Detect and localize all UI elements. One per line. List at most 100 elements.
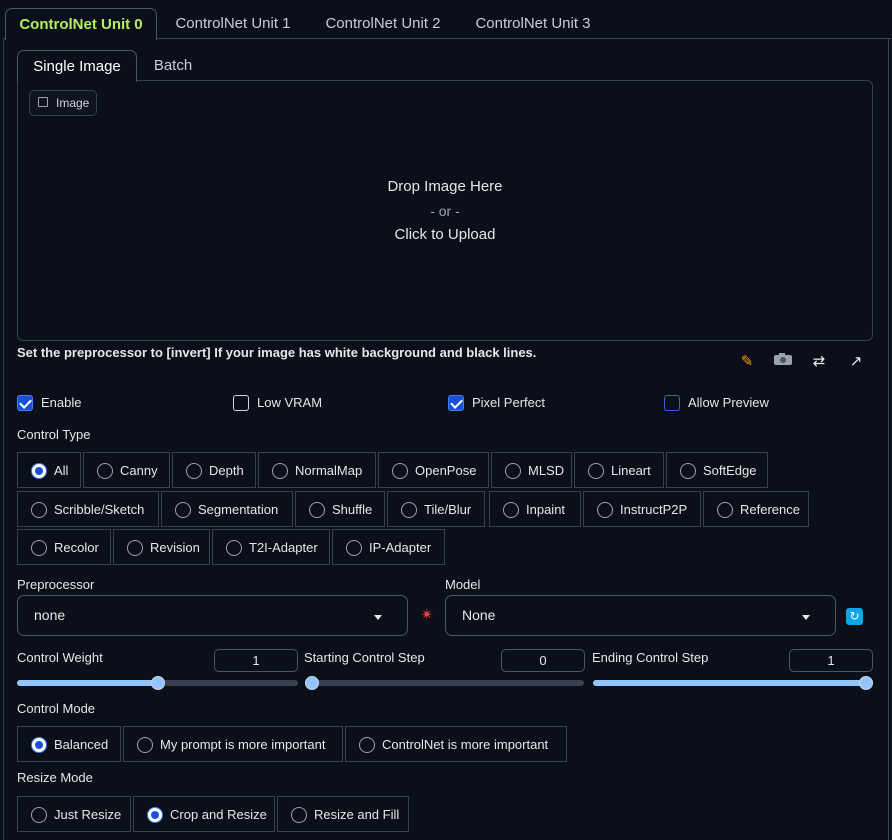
control-weight-input[interactable]: 1	[214, 649, 298, 672]
radio-label: NormalMap	[295, 463, 363, 478]
run-preprocessor-icon[interactable]: ✴	[417, 606, 437, 626]
radio-recolor[interactable]: Recolor	[17, 529, 111, 565]
radio-revision[interactable]: Revision	[113, 529, 210, 565]
pixel-perfect-label: Pixel Perfect	[472, 395, 545, 410]
starting-step-slider[interactable]	[305, 680, 584, 686]
control-weight-slider-fill	[17, 680, 158, 686]
radio-segmentation[interactable]: Segmentation	[161, 491, 293, 527]
radio-softedge[interactable]: SoftEdge	[666, 452, 768, 488]
radio-indicator	[97, 463, 113, 479]
radio-balanced[interactable]: Balanced	[17, 726, 121, 762]
radio-label: MLSD	[528, 463, 565, 478]
radio-resize-and-fill[interactable]: Resize and Fill	[277, 796, 409, 832]
radio-indicator	[127, 540, 143, 556]
radio-label: InstructP2P	[620, 502, 688, 517]
radio-indicator	[272, 463, 288, 479]
drop-image-text[interactable]: Drop Image Here	[17, 178, 873, 195]
enable-label: Enable	[41, 395, 82, 410]
click-to-upload-text[interactable]: Click to Upload	[17, 226, 873, 243]
radio-label: Segmentation	[198, 502, 279, 517]
model-select[interactable]: None	[445, 595, 836, 636]
radio-label: Tile/Blur	[424, 502, 472, 517]
radio-indicator	[186, 463, 202, 479]
radio-label: Crop and Resize	[170, 807, 267, 822]
chevron-down-icon	[374, 615, 382, 620]
radio-crop-and-resize[interactable]: Crop and Resize	[133, 796, 275, 832]
radio-normalmap[interactable]: NormalMap	[258, 452, 376, 488]
radio-label: Shuffle	[332, 502, 373, 517]
tab-controlnet-unit-3[interactable]: ControlNet Unit 3	[460, 8, 606, 39]
radio-openpose[interactable]: OpenPose	[378, 452, 489, 488]
radio-lineart[interactable]: Lineart	[574, 452, 664, 488]
radio-label: All	[54, 463, 69, 478]
radio-label: My prompt is more important	[160, 737, 326, 752]
radio-tile-blur[interactable]: Tile/Blur	[387, 491, 485, 527]
starting-step-label: Starting Control Step	[304, 650, 425, 665]
radio-indicator	[226, 540, 242, 556]
radio-indicator	[31, 737, 47, 753]
control-weight-slider-handle[interactable]	[150, 676, 165, 690]
radio-reference[interactable]: Reference	[703, 491, 809, 527]
camera-icon[interactable]	[772, 352, 794, 372]
ending-step-label: Ending Control Step	[592, 650, 709, 665]
send-dimensions-icon[interactable]: ↗	[846, 352, 866, 372]
model-value: None	[462, 607, 496, 623]
radio-label: Canny	[120, 463, 158, 478]
radio-label: Scribble/Sketch	[54, 502, 145, 517]
refresh-models-icon[interactable]: ↻	[846, 608, 863, 625]
radio-label: Balanced	[54, 737, 109, 752]
allow-preview-label: Allow Preview	[688, 395, 769, 410]
radio-indicator	[309, 502, 325, 518]
radio-my-prompt-is-more-important[interactable]: My prompt is more important	[123, 726, 343, 762]
control-weight-label: Control Weight	[17, 650, 103, 665]
enable-checkbox[interactable]	[17, 395, 33, 411]
control-type-label: Control Type	[17, 427, 91, 442]
radio-inpaint[interactable]: Inpaint	[489, 491, 581, 527]
radio-label: SoftEdge	[703, 463, 757, 478]
tab-controlnet-unit-2[interactable]: ControlNet Unit 2	[310, 8, 456, 39]
radio-indicator	[31, 540, 47, 556]
radio-instructp2p[interactable]: InstructP2P	[583, 491, 701, 527]
radio-label: Lineart	[611, 463, 651, 478]
radio-indicator	[401, 502, 417, 518]
radio-mlsd[interactable]: MLSD	[491, 452, 572, 488]
radio-depth[interactable]: Depth	[172, 452, 256, 488]
preprocessor-label: Preprocessor	[17, 577, 95, 592]
ending-step-slider-handle[interactable]	[859, 676, 873, 690]
drop-or-text: - or -	[430, 203, 460, 219]
radio-just-resize[interactable]: Just Resize	[17, 796, 131, 832]
tab-controlnet-unit-0[interactable]: ControlNet Unit 0	[5, 8, 157, 40]
allow-preview-checkbox[interactable]	[664, 395, 680, 411]
swap-icon[interactable]: ⇄	[809, 352, 829, 372]
radio-ip-adapter[interactable]: IP-Adapter	[332, 529, 445, 565]
tab-single-image[interactable]: Single Image	[17, 50, 137, 82]
radio-all[interactable]: All	[17, 452, 81, 488]
low-vram-checkbox[interactable]	[233, 395, 249, 411]
preprocessor-value: none	[34, 607, 66, 623]
tab-controlnet-unit-1[interactable]: ControlNet Unit 1	[160, 8, 306, 39]
pixel-perfect-checkbox[interactable]	[448, 395, 464, 411]
radio-scribble-sketch[interactable]: Scribble/Sketch	[17, 491, 159, 527]
radio-shuffle[interactable]: Shuffle	[295, 491, 385, 527]
radio-canny[interactable]: Canny	[83, 452, 170, 488]
edit-document-icon[interactable]: ✎	[737, 352, 757, 372]
starting-step-slider-handle[interactable]	[305, 676, 319, 690]
radio-indicator	[147, 807, 163, 823]
radio-indicator	[346, 540, 362, 556]
radio-label: T2I-Adapter	[249, 540, 318, 555]
model-label: Model	[445, 577, 481, 592]
ending-step-input[interactable]: 1	[789, 649, 873, 672]
radio-label: Revision	[150, 540, 200, 555]
radio-indicator	[31, 502, 47, 518]
radio-label: Just Resize	[54, 807, 122, 822]
preprocessor-select[interactable]: none	[17, 595, 408, 636]
radio-controlnet-is-more-important[interactable]: ControlNet is more important	[345, 726, 567, 762]
radio-label: Depth	[209, 463, 244, 478]
chevron-down-icon	[802, 615, 810, 620]
radio-indicator	[588, 463, 604, 479]
starting-step-input[interactable]: 0	[501, 649, 585, 672]
radio-indicator	[717, 502, 733, 518]
tab-batch[interactable]: Batch	[140, 50, 206, 81]
radio-indicator	[175, 502, 191, 518]
radio-t2i-adapter[interactable]: T2I-Adapter	[212, 529, 330, 565]
